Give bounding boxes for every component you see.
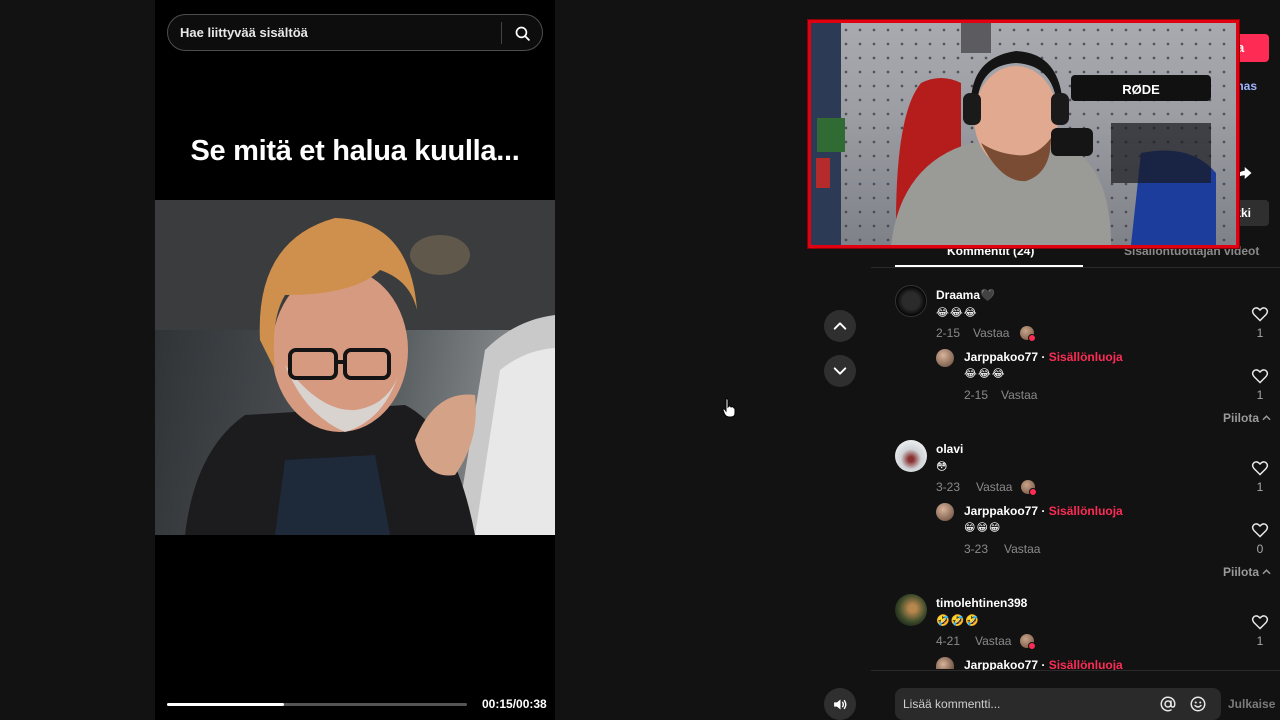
creator-liked-avatar [1021, 480, 1037, 496]
video-panel: Se mitä et halua kuulla... 00:15/00:38 [155, 0, 555, 720]
chevron-down-icon [833, 367, 847, 375]
reply-user[interactable]: Jarppakoo77 [964, 658, 1038, 670]
comment-date: 2-15 [936, 326, 961, 340]
creator-badge: Sisällönluoja [1048, 350, 1123, 364]
comment-username[interactable]: Draama🖤 [936, 288, 995, 302]
reply-username[interactable]: Jarppakoo77 · Sisällönluoja [964, 504, 1123, 518]
search-button[interactable] [507, 19, 537, 47]
progress-bar[interactable] [167, 703, 467, 706]
reply-text: 😂😂😂 [964, 368, 1006, 380]
heart-icon[interactable] [1251, 368, 1269, 384]
emoji-icon[interactable] [1189, 695, 1207, 713]
mic-brand-label: RØDE [1122, 82, 1160, 97]
chevron-up-small-icon [1262, 415, 1271, 421]
reply-user[interactable]: Jarppakoo77 [964, 350, 1038, 364]
comment-username[interactable]: olavi [936, 442, 963, 456]
video-caption: Se mitä et halua kuulla... [190, 135, 520, 167]
chevron-up-small-icon [1262, 569, 1271, 575]
search-icon [515, 26, 530, 41]
comment-input-box [895, 688, 1221, 720]
reply-text: 😁😁😁 [964, 522, 1002, 534]
search-input[interactable] [168, 15, 498, 50]
heart-icon[interactable] [1251, 460, 1269, 476]
hide-label: Piilota [1223, 565, 1260, 579]
like-count: 1 [1256, 480, 1264, 494]
heart-icon[interactable] [1251, 306, 1269, 322]
creator-badge: Sisällönluoja [1048, 658, 1123, 670]
reply-button[interactable]: Vastaa [973, 326, 1009, 340]
like-count: 1 [1256, 388, 1264, 402]
avatar[interactable] [895, 440, 927, 472]
webcam-overlay: RØDE [808, 20, 1239, 248]
video-frame[interactable] [155, 200, 555, 535]
comment-date: 3-23 [936, 480, 961, 494]
search-box [167, 14, 543, 51]
webcam-feed: RØDE [811, 23, 1216, 245]
comment-text: 😂😂😂 [936, 307, 978, 319]
comment-text: 🤣🤣🤣 [936, 615, 981, 627]
chevron-up-icon [833, 322, 847, 330]
pointer-cursor-icon [722, 398, 736, 418]
reply-date: 3-23 [964, 542, 989, 556]
comment-date: 4-21 [936, 634, 961, 648]
reply-user[interactable]: Jarppakoo77 [964, 504, 1038, 518]
progress-fill [167, 703, 284, 706]
reply-button[interactable]: Vastaa [1004, 542, 1040, 556]
creator-liked-avatar [1020, 326, 1036, 342]
hide-replies-button[interactable]: Piilota [1223, 565, 1271, 579]
reply-button[interactable]: Vastaa [975, 634, 1011, 648]
reply-avatar[interactable] [936, 503, 954, 521]
comment-text: 😳 [936, 461, 949, 473]
like-count: 0 [1256, 542, 1264, 556]
creator-liked-avatar [1020, 634, 1036, 650]
like-count: 1 [1256, 326, 1264, 340]
comment-input[interactable] [895, 688, 1145, 720]
publish-button[interactable]: Julkaise [1228, 697, 1275, 711]
avatar[interactable] [895, 594, 927, 626]
tabs-divider [871, 267, 1280, 268]
hide-replies-button[interactable]: Piilota [1223, 411, 1271, 425]
heart-icon[interactable] [1251, 614, 1269, 630]
time-label: 00:15/00:38 [482, 697, 547, 711]
creator-badge: Sisällönluoja [1048, 504, 1123, 518]
reply-avatar[interactable] [936, 349, 954, 367]
reply-avatar[interactable] [936, 657, 954, 669]
heart-icon[interactable] [1251, 522, 1269, 538]
reply-username[interactable]: Jarppakoo77 · Sisällönluoja [964, 350, 1123, 364]
video-image [155, 200, 555, 535]
at-icon[interactable] [1159, 695, 1177, 713]
input-divider [871, 670, 1280, 671]
search-divider [501, 22, 502, 44]
reply-button[interactable]: Vastaa [1001, 388, 1037, 402]
next-video-button[interactable] [824, 355, 856, 387]
comment-username[interactable]: timolehtinen398 [936, 596, 1027, 610]
reply-username[interactable]: Jarppakoo77 · Sisällönluoja [964, 658, 1123, 670]
reply-date: 2-15 [964, 388, 989, 402]
avatar[interactable] [895, 285, 927, 317]
volume-icon [833, 699, 847, 709]
previous-video-button[interactable] [824, 310, 856, 342]
volume-button[interactable] [824, 688, 856, 720]
hide-label: Piilota [1223, 411, 1260, 425]
reply-button[interactable]: Vastaa [976, 480, 1012, 494]
like-count: 1 [1256, 634, 1264, 648]
